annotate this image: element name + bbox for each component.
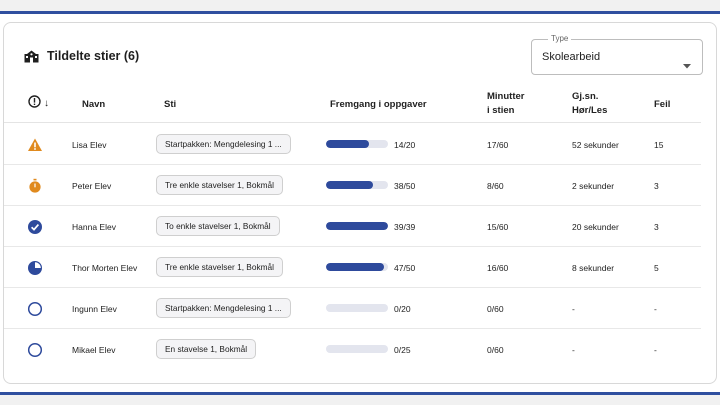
table-row[interactable]: Peter Elev Tre enkle stavelser 1, Bokmål… <box>4 165 701 206</box>
column-path[interactable]: Sti <box>164 98 176 112</box>
type-select-value: Skolearbeid <box>542 51 601 63</box>
minutes-value: 16/60 <box>487 263 509 273</box>
path-chip[interactable]: Tre enkle stavelser 1, Bokmål <box>156 175 283 195</box>
errors-value: 3 <box>654 222 659 232</box>
minutes-value: 0/60 <box>487 345 504 355</box>
progress-text: 0/25 <box>394 345 411 355</box>
errors-value: 15 <box>654 140 664 150</box>
average-value: 20 sekunder <box>572 222 619 232</box>
student-name[interactable]: Peter Elev <box>72 181 111 191</box>
progress-text: 39/39 <box>394 222 416 232</box>
student-name[interactable]: Thor Morten Elev <box>72 263 137 273</box>
student-name[interactable]: Ingunn Elev <box>72 304 117 314</box>
progress-fill <box>326 140 370 148</box>
table-row[interactable]: Mikael Elev En stavelse 1, Bokmål 0/25 0… <box>4 329 701 370</box>
bottom-accent-bar <box>0 392 720 395</box>
progress-fill <box>326 181 374 189</box>
table-row[interactable]: Ingunn Elev Startpakken: Mengdelesing 1 … <box>4 288 701 329</box>
column-average-line2: Hør/Les <box>572 105 608 116</box>
path-chip[interactable]: To enkle stavelser 1, Bokmål <box>156 216 280 236</box>
column-minutes[interactable]: Minutter i stien <box>487 90 524 118</box>
progress-text: 14/20 <box>394 140 416 150</box>
column-errors[interactable]: Feil <box>654 98 670 112</box>
minutes-value: 0/60 <box>487 304 504 314</box>
path-chip[interactable]: Startpakken: Mengdelesing 1 ... <box>156 298 291 318</box>
minutes-value: 15/60 <box>487 222 509 232</box>
pie-progress-icon <box>27 260 43 276</box>
alert-circle-icon <box>28 95 41 113</box>
path-chip[interactable]: Startpakken: Mengdelesing 1 ... <box>156 134 291 154</box>
student-name[interactable]: Hanna Elev <box>72 222 116 232</box>
check-circle-icon <box>27 219 43 235</box>
progress-text: 0/20 <box>394 304 411 314</box>
errors-value: - <box>654 304 657 314</box>
column-average[interactable]: Gj.sn. Hør/Les <box>572 90 607 118</box>
stopwatch-icon <box>27 178 43 194</box>
table-row[interactable]: Lisa Elev Startpakken: Mengdelesing 1 ..… <box>4 124 701 165</box>
errors-value: - <box>654 345 657 355</box>
progress-fill <box>326 222 388 230</box>
card-title: Tildelte stier (6) <box>47 49 140 63</box>
top-frame <box>0 0 720 14</box>
progress-bar <box>326 263 388 271</box>
status-sort-control[interactable]: ↓ <box>28 95 49 113</box>
progress-bar <box>326 181 388 189</box>
errors-value: 3 <box>654 181 659 191</box>
bottom-frame <box>0 392 720 405</box>
path-chip[interactable]: Tre enkle stavelser 1, Bokmål <box>156 257 283 277</box>
student-name[interactable]: Lisa Elev <box>72 140 107 150</box>
minutes-value: 17/60 <box>487 140 509 150</box>
progress-bar <box>326 345 388 353</box>
type-select[interactable]: Type Skolearbeid <box>531 34 703 75</box>
card-header: Tildelte stier (6) <box>24 49 139 63</box>
average-value: - <box>572 345 575 355</box>
top-accent-bar <box>0 11 720 14</box>
column-average-line1: Gj.sn. <box>572 91 599 102</box>
progress-bar <box>326 304 388 312</box>
table-row[interactable]: Hanna Elev To enkle stavelser 1, Bokmål … <box>4 206 701 247</box>
errors-value: 5 <box>654 263 659 273</box>
column-minutes-line1: Minutter <box>487 91 525 102</box>
average-value: 2 sekunder <box>572 181 615 191</box>
progress-bar <box>326 222 388 230</box>
school-icon <box>24 50 39 63</box>
type-select-legend: Type <box>548 34 572 43</box>
path-chip[interactable]: En stavelse 1, Bokmål <box>156 339 257 359</box>
sort-arrow-icon: ↓ <box>44 98 49 109</box>
empty-circle-icon <box>27 301 43 317</box>
minutes-value: 8/60 <box>487 181 504 191</box>
average-value: - <box>572 304 575 314</box>
progress-text: 47/50 <box>394 263 416 273</box>
column-progress[interactable]: Fremgang i oppgaver <box>330 98 427 112</box>
table-row[interactable]: Thor Morten Elev Tre enkle stavelser 1, … <box>4 247 701 288</box>
empty-circle-icon <box>27 342 43 358</box>
caret-down-icon <box>683 56 691 74</box>
progress-fill <box>326 263 385 271</box>
average-value: 8 sekunder <box>572 263 615 273</box>
progress-bar <box>326 140 388 148</box>
column-minutes-line2: i stien <box>487 105 515 116</box>
student-name[interactable]: Mikael Elev <box>72 345 115 355</box>
column-name[interactable]: Navn <box>82 98 105 112</box>
warning-icon <box>27 137 43 153</box>
average-value: 52 sekunder <box>572 140 619 150</box>
progress-text: 38/50 <box>394 181 416 191</box>
assigned-paths-card: Tildelte stier (6) Type Skolearbeid ↓ Na… <box>3 22 717 384</box>
table-header: ↓ Navn Sti Fremgang i oppgaver Minutter … <box>4 87 701 123</box>
